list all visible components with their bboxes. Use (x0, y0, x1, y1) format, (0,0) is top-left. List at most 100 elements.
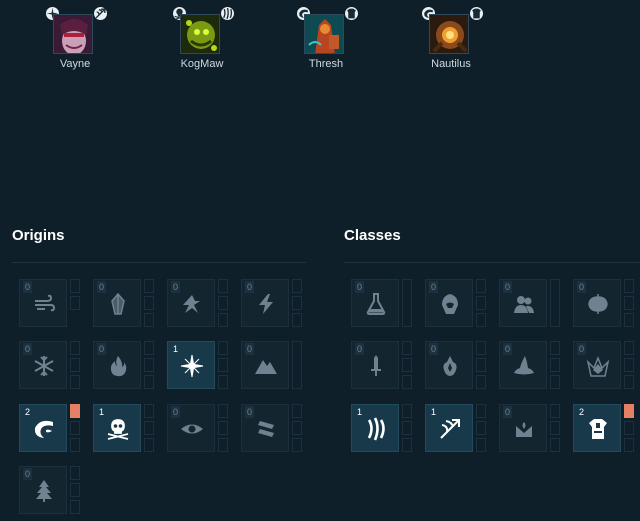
blademaster-icon (364, 354, 388, 378)
wind-icon (32, 292, 56, 316)
trait-tier-slot (70, 279, 80, 293)
trait-tile-berserker[interactable]: 0 (573, 279, 621, 327)
classes-divider (344, 262, 640, 263)
trait-tier-slot (624, 358, 634, 372)
trait-tier-slot (402, 375, 412, 389)
trait-tile-inferno[interactable]: 0 (93, 341, 141, 389)
trait-tile-cloud[interactable]: 0 (167, 279, 215, 327)
trait-tier-slot (624, 313, 634, 327)
trait-tile-crystal[interactable]: 0 (93, 279, 141, 327)
druid-icon (438, 354, 462, 378)
shadow-icon (180, 417, 204, 441)
trait-count: 0 (503, 406, 513, 418)
trait-count: 0 (503, 281, 513, 293)
trait-tier-slot (292, 279, 302, 293)
trait-count: 0 (171, 281, 181, 293)
champion-name: Nautilus (431, 58, 471, 70)
inferno-icon (106, 354, 130, 378)
trait-tier-slot (624, 375, 634, 389)
trait-tile-warden[interactable]: 2 (573, 404, 621, 452)
trait-tile-ice[interactable]: 0 (19, 341, 67, 389)
trait-tile-alchemist[interactable]: 0 (351, 279, 399, 327)
trait-tier-slot (476, 404, 486, 418)
warden-icon (586, 417, 610, 441)
trait-tile-mage[interactable]: 0 (499, 341, 547, 389)
trait-count: 0 (245, 406, 255, 418)
trait-tile-steel[interactable]: 0 (241, 404, 289, 452)
trait-tile-shadow[interactable]: 0 (167, 404, 215, 452)
trait-tier-slot (476, 296, 486, 310)
trait-tile-blademaster[interactable]: 0 (351, 341, 399, 389)
champion-card-nautilus[interactable]: Nautilus (411, 6, 491, 76)
vayne-portrait (53, 14, 93, 54)
mage-icon (512, 354, 536, 378)
steel-icon (254, 417, 278, 441)
trait-tier-slot (70, 483, 80, 497)
trait-tier-slot (476, 375, 486, 389)
trait-tier-slot (624, 404, 634, 418)
champion-card-thresh[interactable]: Thresh (286, 6, 366, 76)
trait-tier-slot (144, 313, 154, 327)
trait-tile-ocean[interactable]: 2 (19, 404, 67, 452)
trait-tier-slot (292, 341, 302, 389)
trait-tile-woodland[interactable]: 0 (19, 466, 67, 514)
trait-tile-predator[interactable]: 1 (351, 404, 399, 452)
berserker-icon (586, 292, 610, 316)
trait-tier-slot (402, 438, 412, 452)
trait-tier-slot (476, 341, 486, 355)
trait-tier-slot (218, 341, 228, 355)
trait-tier-slot (292, 421, 302, 435)
poison-icon (106, 417, 130, 441)
trait-count: 0 (23, 468, 33, 480)
trait-tier-slot (144, 296, 154, 310)
trait-tile-summoner[interactable]: 0 (499, 404, 547, 452)
classes-heading: Classes (344, 227, 401, 244)
champion-name: KogMaw (180, 58, 224, 70)
trait-tier-slot (292, 296, 302, 310)
trait-count: 0 (245, 343, 255, 355)
trait-count: 0 (429, 343, 439, 355)
trait-tier-slot (624, 296, 634, 310)
trait-tier-slot (476, 438, 486, 452)
mountain-icon (254, 354, 278, 378)
trait-tier-slot (476, 358, 486, 372)
nautilus-portrait (429, 14, 469, 54)
ranger-icon (93, 6, 108, 21)
trait-tile-electric[interactable]: 0 (241, 279, 289, 327)
trait-tile-light[interactable]: 1 (167, 341, 215, 389)
electric-icon (254, 292, 278, 316)
summoner-icon (512, 417, 536, 441)
trait-count: 2 (579, 407, 585, 417)
trait-tier-slot (218, 313, 228, 327)
trait-count: 0 (23, 281, 33, 293)
trait-tier-slot (144, 341, 154, 355)
trait-tier-slot (624, 341, 634, 355)
trait-tile-assassin[interactable]: 0 (425, 279, 473, 327)
trait-tier-slot (218, 279, 228, 293)
champion-card-kogmaw[interactable]: KogMaw (162, 6, 242, 76)
trait-tile-poison[interactable]: 1 (93, 404, 141, 452)
champion-card-vayne[interactable]: Vayne (35, 6, 115, 76)
trait-tier-slot (144, 404, 154, 418)
trait-tier-slot (218, 296, 228, 310)
trait-tier-slot (402, 341, 412, 355)
trait-count: 0 (355, 281, 365, 293)
trait-tier-slot (550, 438, 560, 452)
trait-tier-slot (218, 438, 228, 452)
predator-icon (220, 6, 235, 21)
trait-tile-mountain[interactable]: 0 (241, 341, 289, 389)
trait-tile-wind[interactable]: 0 (19, 279, 67, 327)
trait-tier-slot (144, 375, 154, 389)
trait-tile-ranger[interactable]: 1 (425, 404, 473, 452)
mystic-icon (586, 354, 610, 378)
trait-tier-slot (218, 421, 228, 435)
trait-count: 0 (171, 406, 181, 418)
trait-tier-slot (550, 421, 560, 435)
warden-icon (344, 6, 359, 21)
trait-tier-slot (476, 279, 486, 293)
trait-tile-druid[interactable]: 0 (425, 341, 473, 389)
trait-tile-mystic[interactable]: 0 (573, 341, 621, 389)
trait-tile-avatar[interactable]: 0 (499, 279, 547, 327)
trait-tier-slot (402, 404, 412, 418)
trait-tier-slot (550, 404, 560, 418)
